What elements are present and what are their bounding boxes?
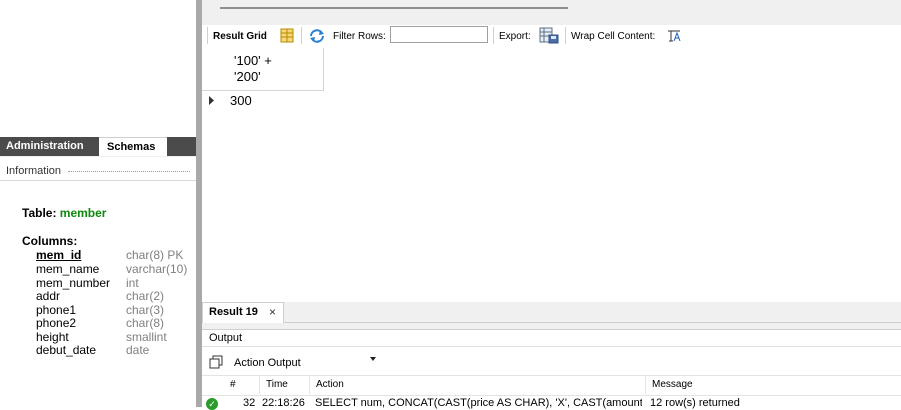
tab-result-label: Result 19 [209, 306, 258, 318]
output-row-num: 32 [243, 397, 256, 409]
header-num[interactable]: # [230, 379, 236, 390]
result-tabbar [202, 302, 901, 323]
output-row-action[interactable]: SELECT num, CONCAT(CAST(price AS CHAR), … [315, 397, 642, 409]
header-separator [259, 376, 260, 394]
header-message[interactable]: Message [652, 379, 693, 390]
output-table-header [202, 375, 901, 396]
grid-column-header-text: '100' + '200' [234, 53, 272, 84]
toolbar-separator [493, 27, 494, 44]
wrap-text-icon[interactable] [667, 29, 681, 43]
tab-administration[interactable]: Administration [0, 137, 99, 156]
column-type: char(8) PK [126, 248, 184, 262]
header-separator [309, 376, 310, 394]
column-type: smallint [126, 330, 167, 344]
column-name: mem_number [36, 276, 111, 290]
chevron-down-icon[interactable] [369, 355, 377, 365]
wrap-cell-label: Wrap Cell Content: [571, 31, 656, 42]
tabbar-filler [167, 137, 196, 156]
grid-corner[interactable] [202, 48, 227, 91]
column-type: date [126, 343, 150, 357]
information-header[interactable]: Information [6, 165, 61, 177]
toolbar-separator [565, 27, 566, 44]
output-type-value: Action Output [234, 357, 301, 369]
filter-rows-label: Filter Rows: [333, 31, 386, 42]
output-row-message: 12 row(s) returned [650, 397, 740, 409]
header-action[interactable]: Action [316, 379, 344, 390]
table-name: member [59, 206, 107, 220]
row-selector[interactable] [202, 91, 226, 110]
column-type: char(2) [126, 289, 165, 303]
result-grid-label[interactable]: Result Grid [213, 31, 267, 42]
column-type: char(3) [126, 303, 165, 317]
horizontal-scrollbar[interactable] [220, 7, 568, 9]
export-icon[interactable] [539, 27, 559, 44]
close-icon[interactable]: × [269, 305, 276, 319]
success-check-icon: ✓ [206, 398, 218, 410]
copy-icon[interactable] [209, 355, 223, 369]
tab-schemas[interactable]: Schemas [99, 137, 167, 156]
grid-view-icon[interactable] [280, 28, 294, 43]
filter-rows-input[interactable] [390, 26, 488, 43]
toolbar-separator [207, 27, 208, 44]
information-divider [68, 171, 190, 172]
column-type: char(8) [126, 316, 165, 330]
column-name: height [36, 330, 69, 344]
header-time[interactable]: Time [266, 379, 288, 390]
columns-label: Columns: [22, 234, 78, 248]
output-title: Output [209, 332, 243, 344]
output-row-time: 22:18:26 [262, 397, 305, 409]
column-name: phone1 [36, 303, 77, 317]
toolbar-separator [301, 27, 302, 44]
column-type: varchar(10) [126, 262, 188, 276]
column-name: debut_date [36, 343, 97, 357]
output-divider [202, 346, 901, 347]
column-name: phone2 [36, 316, 77, 330]
refresh-icon[interactable] [308, 28, 326, 44]
column-name: mem_name [36, 262, 100, 276]
export-label: Export: [499, 31, 531, 42]
sidebar-navigator-area [0, 0, 196, 137]
column-name: mem_id [36, 248, 82, 262]
information-rule [0, 180, 196, 181]
column-type: int [126, 276, 139, 290]
grid-cell[interactable]: 300 [230, 93, 252, 108]
editor-area [202, 0, 901, 25]
table-info: Table: member [22, 206, 106, 220]
column-name: addr [36, 289, 61, 303]
header-separator [645, 376, 646, 394]
table-label: Table: [22, 206, 60, 220]
